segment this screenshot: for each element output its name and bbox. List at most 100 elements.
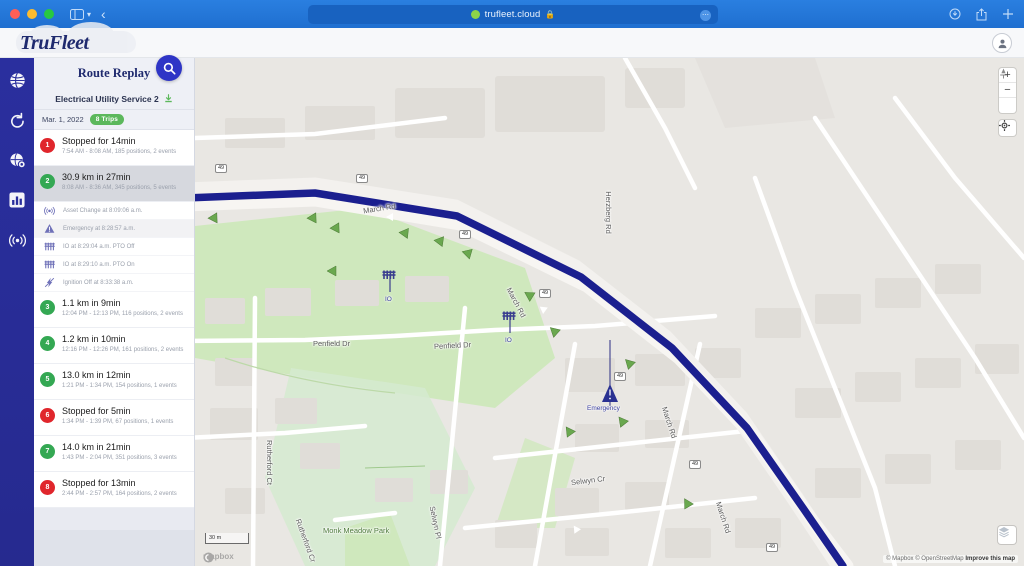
trip-item[interactable]: 2 30.9 km in 27min 8:08 AM - 8:36 AM, 34… [34,166,194,202]
date-label: Mar. 1, 2022 [42,115,84,124]
mapbox-logo[interactable]: mapbox [203,552,234,563]
downloads-icon[interactable] [949,8,961,20]
route-shield: 49 [459,230,472,239]
app-logo[interactable]: TruFleet [10,21,170,57]
globe-pin-icon[interactable] [7,150,27,170]
trip-item[interactable]: 4 1.2 km in 10min 12:16 PM - 12:26 PM, 1… [34,328,194,364]
event-text: Asset Change at 8:09:06 a.m. [63,207,143,214]
search-icon[interactable] [156,55,182,81]
ignition-off-icon [43,276,56,289]
trip-title: 1.2 km in 10min [62,334,126,344]
trip-title: 30.9 km in 27min [62,172,131,182]
close-window-button[interactable] [10,9,20,19]
trip-subtitle: 12:04 PM - 12:13 PM, 116 positions, 2 ev… [62,311,183,317]
layers-icon[interactable] [998,526,1016,544]
minimize-window-button[interactable] [27,9,37,19]
back-button[interactable]: ‹ [101,6,106,22]
event-item[interactable]: Ignition Off at 8:33:38 a.m. [34,274,194,292]
chevron-down-icon[interactable]: ▾ [87,10,91,19]
logo-text: TruFleet [20,31,89,54]
address-bar[interactable]: trufleet.cloud 🔒 ⋯ [308,5,718,24]
trip-title: Stopped for 14min [62,136,136,146]
url-text: trufleet.cloud [484,9,541,20]
trip-item[interactable]: 1 Stopped for 14min 7:54 AM - 8:08 AM, 1… [34,130,194,166]
account-icon[interactable] [992,33,1012,53]
route-shield: 49 [356,174,369,183]
io-icon [43,258,56,271]
trip-event-list: Asset Change at 8:09:06 a.m. Emergency a… [34,202,194,292]
io-icon [43,240,56,253]
new-tab-icon[interactable] [1002,8,1014,20]
globe-icon[interactable] [7,70,27,90]
trip-subtitle: 12:16 PM - 12:26 PM, 161 positions, 2 ev… [62,347,184,353]
map-vector-layer [195,58,1024,566]
nav-rail [0,58,34,566]
trip-item[interactable]: 6 Stopped for 5min 1:34 PM - 1:39 PM, 67… [34,400,194,436]
map-attribution[interactable]: © Mapbox © OpenStreetMap Improve this ma… [883,555,1018,563]
browser-toolbar: ▾ ‹ trufleet.cloud 🔒 ⋯ [0,0,1024,28]
trip-body: 14.0 km in 21min 1:43 PM - 2:04 PM, 351 … [62,441,188,463]
trip-title: 14.0 km in 21min [62,442,131,452]
route-shield: 49 [215,164,228,173]
panel-header: Route Replay [34,55,194,88]
attribution-text: © Mapbox © OpenStreetMap [886,556,964,562]
trip-subtitle: 2:44 PM - 2:57 PM, 164 positions, 2 even… [62,491,177,497]
map-zoom-controls[interactable]: + − [999,68,1016,113]
lock-icon: 🔒 [545,10,556,19]
trip-item[interactable]: 5 13.0 km in 12min 1:21 PM - 1:34 PM, 15… [34,364,194,400]
bar-chart-icon[interactable] [7,190,27,210]
io-marker-label: IO [385,296,392,303]
trip-list[interactable]: 1 Stopped for 14min 7:54 AM - 8:08 AM, 1… [34,130,194,530]
replay-icon[interactable] [7,110,27,130]
trip-index-badge: 1 [40,138,55,153]
route-shield: 49 [689,460,702,469]
date-row[interactable]: Mar. 1, 2022 8 Trips [34,110,194,130]
event-item[interactable]: IO at 8:29:10 a.m. PTO On [34,256,194,274]
trip-body: 1.1 km in 9min 12:04 PM - 12:13 PM, 116 … [62,297,188,319]
geolocate-icon[interactable] [999,120,1016,136]
trip-index-badge: 2 [40,174,55,189]
route-shield: 49 [539,289,552,298]
event-text: Ignition Off at 8:33:38 a.m. [63,279,134,286]
sidebar-toggle-icon[interactable] [70,8,84,20]
trip-subtitle: 8:08 AM - 8:36 AM, 345 positions, 5 even… [62,185,177,191]
route-shield: 49 [766,543,779,552]
trip-index-badge: 8 [40,480,55,495]
asset-row[interactable]: Electrical Utility Service 2 [34,88,194,110]
panel-title-text: Route Replay [77,65,151,80]
trip-subtitle: 1:43 PM - 2:04 PM, 351 positions, 3 even… [62,455,177,461]
trip-index-badge: 3 [40,300,55,315]
signal-icon[interactable] [7,230,27,250]
trip-body: Stopped for 13min 2:44 PM - 2:57 PM, 164… [62,477,188,499]
download-icon[interactable] [164,90,173,108]
asset-name: Electrical Utility Service 2 [55,93,159,104]
compass-icon[interactable] [999,68,1016,113]
window-traffic-lights[interactable] [10,9,54,19]
event-item[interactable]: Emergency at 8:28:57 a.m. [34,220,194,238]
maximize-window-button[interactable] [44,9,54,19]
route-replay-panel: Route Replay Electrical Utility Service … [34,55,195,566]
trip-item[interactable]: 8 Stopped for 13min 2:44 PM - 2:57 PM, 1… [34,472,194,508]
event-text: Emergency at 8:28:57 a.m. [63,225,136,232]
trip-item[interactable]: 7 14.0 km in 21min 1:43 PM - 2:04 PM, 35… [34,436,194,472]
event-item[interactable]: IO at 8:29:04 a.m. PTO Off [34,238,194,256]
share-icon[interactable] [976,7,987,21]
trip-index-badge: 7 [40,444,55,459]
emergency-icon [43,222,56,235]
map-canvas[interactable]: IO IO Emergency March Rd March Rd March … [195,58,1024,566]
browser-actions [949,0,1014,28]
trip-title: Stopped for 5min [62,406,131,416]
trip-item[interactable]: 3 1.1 km in 9min 12:04 PM - 12:13 PM, 11… [34,292,194,328]
trip-index-badge: 6 [40,408,55,423]
improve-map-link[interactable]: Improve this map [965,556,1015,562]
tab-options-icon[interactable]: ⋯ [700,9,711,21]
trip-body: 1.2 km in 10min 12:16 PM - 12:26 PM, 161… [62,333,188,355]
trip-body: 30.9 km in 27min 8:08 AM - 8:36 AM, 345 … [62,171,188,193]
panel-footer [34,530,194,566]
event-item[interactable]: Asset Change at 8:09:06 a.m. [34,202,194,220]
broadcast-icon [43,204,56,217]
emergency-marker-label: Emergency [587,405,620,412]
trip-title: 13.0 km in 12min [62,370,131,380]
zoom-out-button[interactable]: − [999,83,1016,98]
event-text: IO at 8:29:10 a.m. PTO On [63,261,135,268]
